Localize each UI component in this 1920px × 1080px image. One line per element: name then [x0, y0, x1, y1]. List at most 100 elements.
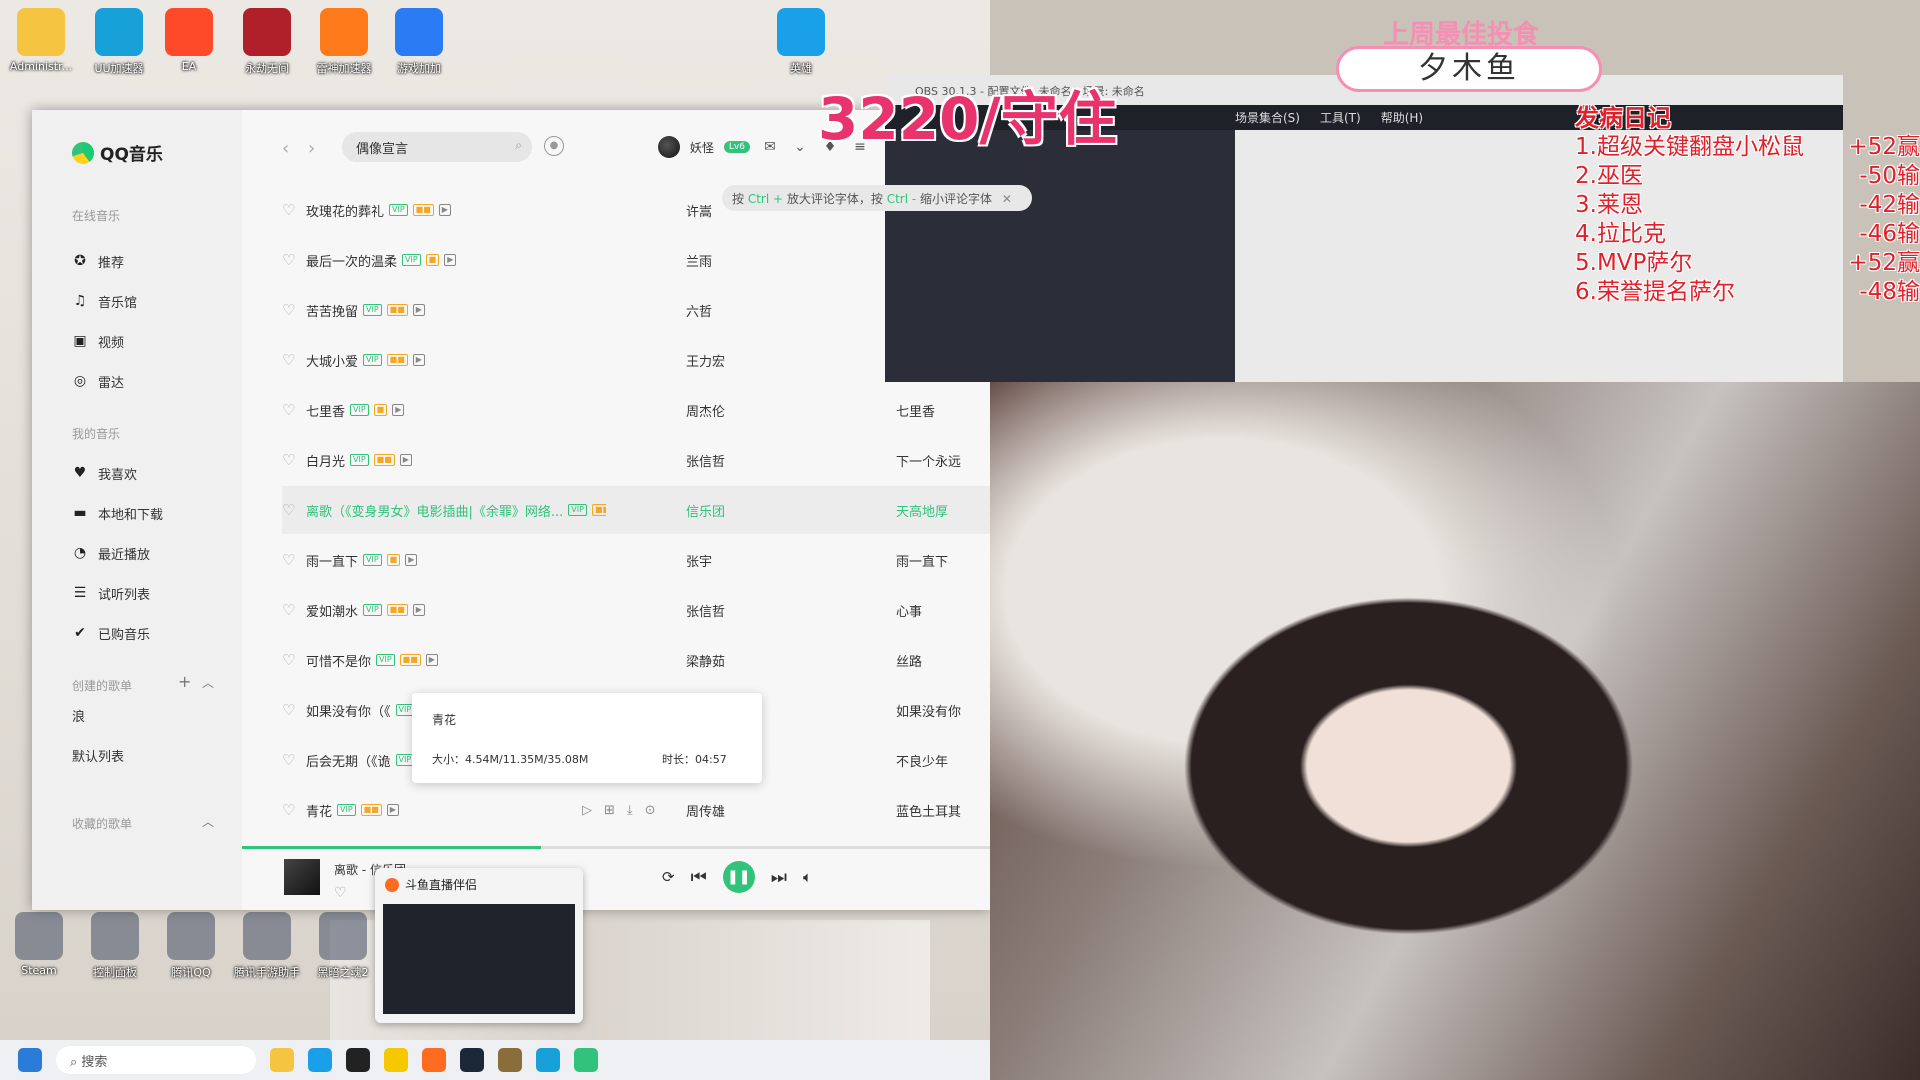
song-title[interactable]: 青花 — [306, 801, 332, 820]
taskbar-search[interactable]: ⌕ 搜索 — [56, 1046, 256, 1074]
like-heart-icon[interactable]: ♡ — [282, 501, 306, 519]
playlist-default[interactable]: 默认列表 — [72, 742, 222, 768]
steam-icon[interactable] — [460, 1048, 484, 1072]
obs-icon[interactable] — [346, 1048, 370, 1072]
collapse-collected-icon[interactable]: ︿ — [202, 813, 214, 830]
obs-menu-item[interactable]: 帮助(H) — [1381, 109, 1423, 126]
add-playlist-icon[interactable]: + — [178, 672, 191, 691]
next-icon[interactable]: ⏭ — [771, 867, 787, 888]
song-row[interactable]: ♡ 可惜不是你 VIP ■■ ▶ 梁静茹 丝路 — [282, 636, 1002, 684]
sidebar-item[interactable]: ☰ 试听列表 — [72, 580, 222, 606]
song-title[interactable]: 白月光 — [306, 451, 345, 470]
album-cover[interactable] — [284, 859, 320, 895]
song-title[interactable]: 后会无期（《诡 — [306, 751, 391, 770]
chevron-down-icon[interactable]: ⌄ — [790, 139, 810, 155]
like-heart-icon[interactable]: ♡ — [282, 601, 306, 619]
song-artist[interactable]: 张宇 — [686, 551, 836, 570]
song-artist[interactable]: 周传雄 — [686, 801, 836, 820]
like-heart-icon[interactable]: ♡ — [282, 701, 306, 719]
desktop-icon[interactable]: 雷神加速器 — [305, 8, 383, 76]
like-heart-icon[interactable]: ♡ — [282, 801, 306, 819]
pause-button[interactable]: ❚❚ — [722, 861, 755, 893]
desktop-icon[interactable]: UU加速器 — [80, 8, 158, 76]
song-title[interactable]: 最后一次的温柔 — [306, 251, 397, 270]
like-heart-icon[interactable]: ♡ — [282, 201, 306, 219]
obs-menu-item[interactable]: 场景集合(S) — [1235, 109, 1300, 126]
obs-menu-item[interactable]: 工具(T) — [1320, 109, 1361, 126]
like-heart-icon[interactable]: ♡ — [282, 651, 306, 669]
close-tip-icon[interactable]: ✕ — [1002, 192, 1012, 206]
song-title[interactable]: 爱如潮水 — [306, 601, 358, 620]
game-icon[interactable] — [498, 1048, 522, 1072]
sidebar-item[interactable]: ◔ 最近播放 — [72, 540, 222, 566]
edge-icon[interactable] — [308, 1048, 332, 1072]
like-heart-icon[interactable]: ♡ — [282, 551, 306, 569]
mail-icon[interactable]: ✉ — [760, 139, 780, 155]
like-heart-icon[interactable]: ♡ — [282, 251, 306, 269]
song-title[interactable]: 大城小爱 — [306, 351, 358, 370]
song-artist[interactable]: 张信哲 — [686, 601, 836, 620]
repeat-icon[interactable]: ⟳ — [662, 868, 675, 886]
like-heart-icon[interactable]: ♡ — [282, 351, 306, 369]
username[interactable]: 妖怪 — [690, 139, 714, 156]
desktop-icon[interactable]: Steam — [0, 912, 78, 977]
song-artist[interactable]: 信乐团 — [686, 501, 836, 520]
song-title[interactable]: 七里香 — [306, 401, 345, 420]
song-album[interactable]: 心事 — [896, 601, 996, 620]
desktop-icon[interactable]: 控制面板 — [76, 912, 154, 980]
like-heart-icon[interactable]: ♡ — [282, 751, 306, 769]
song-row[interactable]: ♡ 雨一直下 VIP ■ ▶ 张宇 雨一直下 — [282, 536, 1002, 584]
song-artist[interactable]: 梁静茹 — [686, 651, 836, 670]
more-icon[interactable]: ⊙ — [645, 803, 656, 818]
volume-icon[interactable]: 🔈︎ — [803, 868, 812, 886]
sidebar-item[interactable]: ✪ 推荐 — [72, 248, 222, 274]
song-album[interactable]: 下一个永远 — [896, 451, 996, 470]
search-input[interactable]: 偶像宣言 ⌕ — [342, 132, 532, 162]
song-row[interactable]: ♡ 七里香 VIP ■ ▶ 周杰伦 七里香 — [282, 386, 1002, 434]
sidebar-item[interactable]: ▣ 视频 — [72, 328, 222, 354]
like-icon[interactable]: ♡ — [334, 885, 347, 901]
collapse-icon[interactable]: ︿ — [202, 674, 214, 691]
sidebar-item[interactable]: ✔ 已购音乐 — [72, 620, 222, 646]
like-heart-icon[interactable]: ♡ — [282, 301, 306, 319]
song-artist[interactable]: 王力宏 — [686, 351, 836, 370]
sidebar-item[interactable]: ▬ 本地和下载 — [72, 500, 222, 526]
douyu-taskbar-icon[interactable] — [422, 1048, 446, 1072]
song-album[interactable]: 丝路 — [896, 651, 996, 670]
playlist-lang[interactable]: 浪 — [72, 702, 222, 728]
sidebar-item[interactable]: ♥ 我喜欢 — [72, 460, 222, 486]
song-album[interactable]: 不良少年 — [896, 751, 996, 770]
search-icon[interactable]: ⌕ — [515, 138, 522, 153]
windows-start-icon[interactable] — [18, 1048, 42, 1072]
desktop-icon[interactable]: 永劫无间 — [228, 8, 306, 76]
file-explorer-icon[interactable] — [270, 1048, 294, 1072]
desktop-icon[interactable]: 腾讯QQ — [152, 912, 230, 980]
uu-icon[interactable] — [536, 1048, 560, 1072]
song-row[interactable]: ♡ 离歌（《变身男女》电影插曲|《余罪》网络...VIP■■▶ 信乐团 天高地厚 — [282, 486, 1002, 534]
song-artist[interactable]: 六哲 — [686, 301, 836, 320]
desktop-icon[interactable]: 游戏加加 — [380, 8, 458, 76]
taskbar-preview[interactable]: 斗鱼直播伴侣 — [375, 868, 583, 1023]
app-logo[interactable]: QQ音乐 — [72, 140, 163, 165]
song-artist[interactable]: 张信哲 — [686, 451, 836, 470]
forward-icon[interactable]: › — [308, 138, 315, 159]
desktop-icon[interactable]: 英雄 — [762, 8, 840, 76]
app-icon[interactable] — [384, 1048, 408, 1072]
back-icon[interactable]: ‹ — [282, 138, 289, 159]
avatar[interactable] — [657, 136, 680, 158]
song-title[interactable]: 雨一直下 — [306, 551, 358, 570]
song-album[interactable]: 蓝色土耳其 — [896, 801, 996, 820]
add-icon[interactable]: ⊞ — [604, 803, 615, 818]
desktop-icon[interactable]: 黑暗之魂2 — [304, 912, 382, 980]
like-heart-icon[interactable]: ♡ — [282, 401, 306, 419]
song-artist[interactable]: 兰雨 — [686, 251, 836, 270]
desktop-icon[interactable]: EA — [150, 8, 228, 73]
song-row[interactable]: ♡ 白月光 VIP ■■ ▶ 张信哲 下一个永远 — [282, 436, 1002, 484]
song-artist[interactable]: 周杰伦 — [686, 401, 836, 420]
song-row[interactable]: ♡ 爱如潮水 VIP ■■ ▶ 张信哲 心事 — [282, 586, 1002, 634]
song-album[interactable]: 雨一直下 — [896, 551, 996, 570]
sidebar-item[interactable]: ◎ 雷达 — [72, 368, 222, 394]
previous-icon[interactable]: ⏮ — [691, 867, 707, 888]
song-row[interactable]: ♡ 青花 VIP ■■ ▶ 周传雄 蓝色土耳其 ▷ ⊞ ⤓ ⊙ — [282, 786, 1002, 834]
like-heart-icon[interactable]: ♡ — [282, 451, 306, 469]
